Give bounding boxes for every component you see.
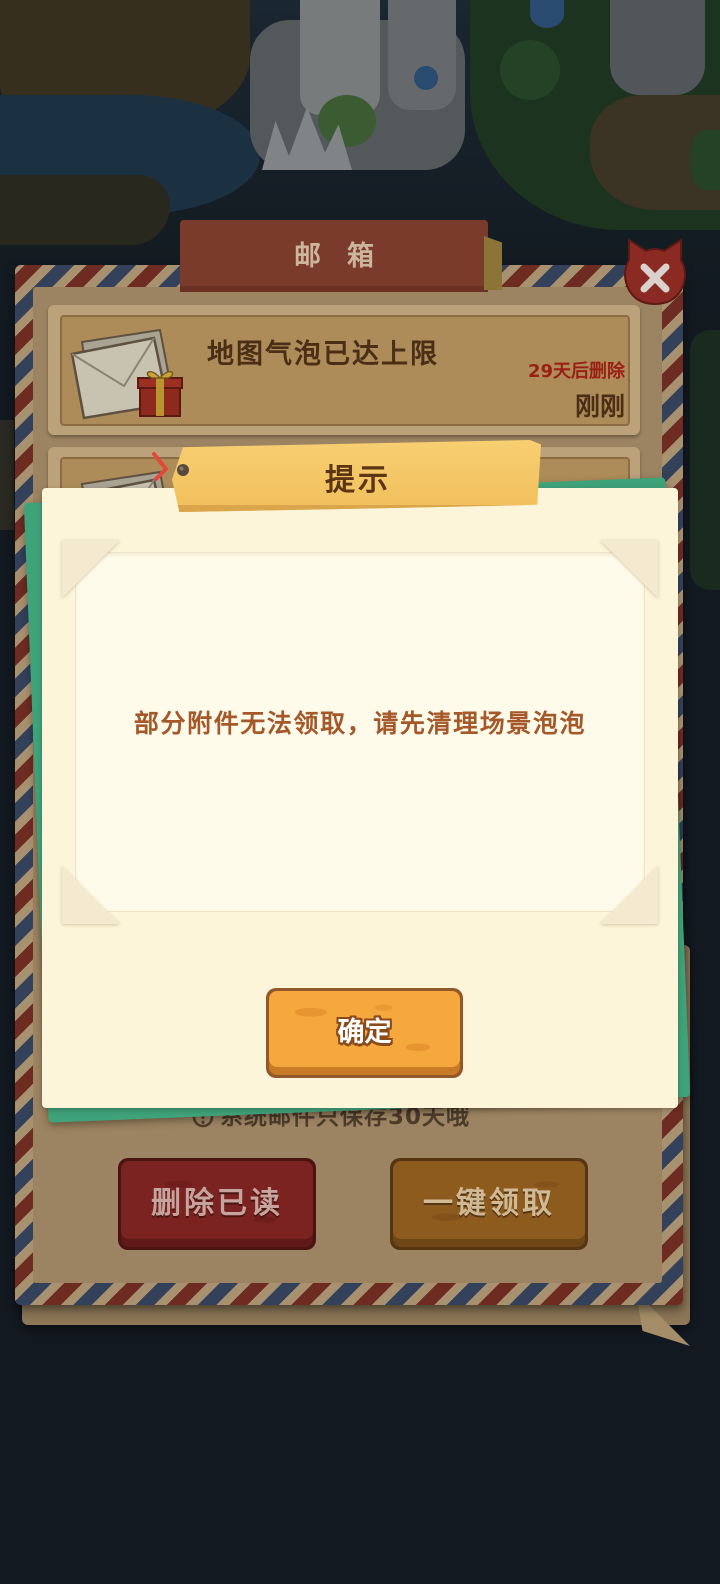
delete-read-label: 删除已读 (151, 1186, 283, 1221)
delete-read-button[interactable]: 删除已读 (118, 1158, 316, 1250)
dialog-title: 提示 (325, 463, 391, 498)
scene-edge-right (690, 330, 720, 590)
confirm-button[interactable]: 确定 (266, 988, 463, 1078)
close-button[interactable] (619, 236, 691, 308)
mailbox-title: 邮箱 (294, 241, 400, 272)
claim-all-button[interactable]: 一键领取 (390, 1158, 588, 1250)
envelope-gift-icon (70, 328, 183, 420)
mail-expire-label: 29天后删除 (527, 361, 625, 382)
mail-item[interactable]: 地图气泡已达上限 29天后删除 刚刚 (48, 305, 640, 435)
confirm-label: 确定 (337, 1016, 392, 1048)
mail-time: 刚刚 (574, 392, 625, 421)
close-icon[interactable] (619, 236, 691, 308)
mail-title: 地图气泡已达上限 (207, 339, 439, 370)
scene-edge-left (0, 420, 14, 530)
pin-icon (152, 452, 189, 481)
game-screen: 邮箱 地图气泡已达上限 29天后删除 刚刚 系统邮件只保存30天哦 删除已读 一… (0, 0, 720, 1584)
dialog-message: 部分附件无法领取，请先清理场景泡泡 (133, 709, 587, 738)
claim-all-label: 一键领取 (423, 1186, 555, 1221)
